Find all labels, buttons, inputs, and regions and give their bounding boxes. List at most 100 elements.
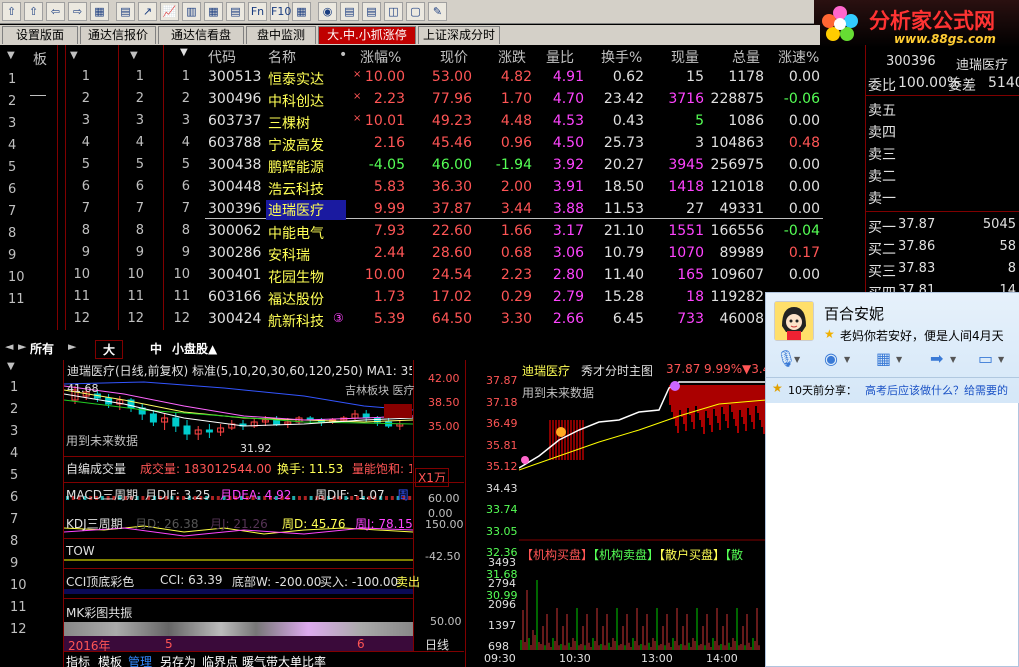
tab-4[interactable]: 大.中.小抓涨停: [318, 26, 416, 44]
col-header-total[interactable]: 总量: [732, 47, 760, 67]
chevron-down-icon-2[interactable]: ▼: [844, 355, 850, 364]
table-row[interactable]: 8 8 8 300062 中能电气 7.93 22.60 1.66 3.17 21.10 1551 1…: [0, 221, 820, 243]
table-row[interactable]: 7 7 7 300396 迪瑞医疗 9.99 37.87 3.44 3.88 11.53 27 493…: [0, 199, 820, 221]
indicator-tab-2[interactable]: 管理: [128, 653, 152, 667]
table-row[interactable]: 2 2 2 300496 中科创达 × 2.23 77.96 1.70 4.70 23.42 3716…: [0, 89, 820, 111]
im-popup[interactable]: 百合安妮 ★ 老妈你若安好，便是人间4月天 🎙 ▼ ◉ ▼ ▦ ▼ ➡ ▼ ▭ …: [765, 292, 1019, 667]
toolbar-button-4[interactable]: ▦: [90, 2, 109, 21]
turnover: 25.73: [603, 135, 644, 151]
speed: 0.17: [788, 245, 820, 261]
col-header-price[interactable]: 现价: [440, 47, 468, 67]
price: 49.23: [431, 113, 472, 129]
table-row[interactable]: 12 12 12 300424 航新科技 ③ 5.39 64.50 3.30 2.66 6.45 73…: [0, 309, 820, 331]
vol-ratio: 3.06: [552, 245, 584, 261]
toolbar-button-10[interactable]: ▤: [226, 2, 245, 21]
toolbar-button-8[interactable]: ▥: [182, 2, 201, 21]
price: 37.87: [431, 201, 472, 217]
toolbar-button-18[interactable]: ▢: [406, 2, 425, 21]
table-row[interactable]: 3 3 3 603737 三棵树 × 10.01 49.23 4.48 4.53 0.43 5 1086…: [0, 111, 820, 133]
col-header-name[interactable]: 名称: [268, 47, 296, 67]
tab-small[interactable]: 小盘股▲: [172, 340, 217, 357]
toolbar-button-2[interactable]: ⇦: [46, 2, 65, 21]
table-row[interactable]: 5 5 5 300438 鹏辉能源 -4.05 46.00 -1.94 3.92 20.27 394…: [0, 155, 820, 177]
row-index-2: 12: [127, 311, 144, 326]
toolbar-button-14[interactable]: ◉: [318, 2, 337, 21]
avatar[interactable]: [774, 301, 814, 341]
tab-big[interactable]: 大: [95, 340, 123, 359]
toolbar-button-6[interactable]: ↗: [138, 2, 157, 21]
vol-ratio: 3.17: [552, 223, 584, 239]
toolbar-button-0[interactable]: ⇧: [2, 2, 21, 21]
toolbar-button-11[interactable]: Fn: [248, 2, 267, 21]
tab-all[interactable]: 所有: [30, 340, 54, 357]
row-index: 7: [81, 201, 90, 216]
indicator-tab-3[interactable]: 另存为: [160, 653, 196, 667]
screen-share-icon[interactable]: ▭: [978, 349, 993, 368]
tab-1[interactable]: 通达信报价: [80, 26, 156, 44]
inflow-block: [685, 385, 687, 431]
chevron-down-icon-4[interactable]: ▼: [950, 355, 956, 364]
tab-mid[interactable]: 中: [150, 340, 162, 357]
col-header-turn[interactable]: 换手%: [601, 47, 642, 67]
tab-2[interactable]: 通达信看盘: [158, 26, 244, 44]
table-row[interactable]: 10 10 10 300401 花园生物 10.00 24.54 2.23 2.80 11.40 1…: [0, 265, 820, 287]
table-row[interactable]: 9 9 9 300286 安科瑞 2.44 28.60 0.68 3.06 10.79 1070 89…: [0, 243, 820, 265]
table-row[interactable]: 6 6 6 300448 浩云科技 5.83 36.30 2.00 3.91 18.50 1418 1…: [0, 177, 820, 199]
tab-0[interactable]: 设置版面: [2, 26, 78, 44]
table-row[interactable]: 1 1 1 300513 恒泰实达 × 10.00 53.00 4.82 4.91 0.62 15 11…: [0, 67, 820, 89]
share-icon: ★: [772, 381, 783, 395]
col-header-chg[interactable]: 涨幅%: [360, 47, 401, 67]
table-row[interactable]: 4 4 4 603788 宁波高发 2.16 45.46 0.96 4.50 25.73 3 1048…: [0, 133, 820, 155]
macd-dea: 月DEA: 4.92: [220, 488, 292, 502]
candle-body: [172, 417, 180, 427]
scroll-right-icon[interactable]: ►: [18, 340, 26, 353]
toolbar-button-5[interactable]: ▤: [116, 2, 135, 21]
intra-vol-label: 2096: [488, 598, 516, 611]
indicator-tab-5[interactable]: 暖气带大单比率: [242, 653, 326, 667]
toolbar-button-17[interactable]: ◫: [384, 2, 403, 21]
scroll-right-icon-2[interactable]: ►: [68, 340, 76, 353]
col-header-vol[interactable]: 现量: [671, 47, 699, 67]
toolbar-button-15[interactable]: ▤: [340, 2, 359, 21]
scroll-icon-daily[interactable]: ▼: [7, 361, 15, 372]
tab-3[interactable]: 盘中监测: [246, 26, 316, 44]
toolbar-button-1[interactable]: ⇧: [24, 2, 43, 21]
scroll-left-icon[interactable]: ◄: [5, 340, 13, 353]
cur-vol: 3945: [668, 157, 704, 173]
toolbar-button-13[interactable]: ▦: [292, 2, 311, 21]
pct-change: 7.93: [373, 223, 405, 239]
chevron-down-icon-3[interactable]: ▼: [896, 355, 902, 364]
video-icon[interactable]: ◉: [824, 349, 838, 368]
toolbar-button-9[interactable]: ▦: [204, 2, 223, 21]
tab-5[interactable]: 上证深成分时: [418, 26, 500, 44]
inflow-block: [729, 385, 731, 405]
indicator-tab-0[interactable]: 指标: [66, 653, 90, 667]
toolbar-button-19[interactable]: ✎: [428, 2, 447, 21]
vol-ratio: 2.66: [552, 311, 584, 327]
share-link[interactable]: 高考后应该做什么？给需要的: [865, 382, 1008, 398]
ob-wc-label: 委差: [948, 78, 976, 94]
col-header-ratio[interactable]: 量比: [546, 47, 574, 67]
chevron-down-icon-5[interactable]: ▼: [998, 355, 1004, 364]
ob-code: 300396: [886, 54, 936, 69]
col-header-diff[interactable]: 涨跌: [498, 47, 526, 67]
table-row[interactable]: 11 11 11 603166 福达股份 1.73 17.02 0.29 2.79 15.28 18…: [0, 287, 820, 309]
chart-icon[interactable]: ▦: [876, 349, 891, 368]
toolbar-button-3[interactable]: ⇨: [68, 2, 87, 21]
toolbar-button-7[interactable]: 📈: [160, 2, 179, 21]
toolbar-button-16[interactable]: ▤: [362, 2, 381, 21]
file-transfer-icon[interactable]: ➡: [930, 349, 943, 368]
col-header-code[interactable]: 代码: [208, 47, 236, 67]
col-header-dot[interactable]: •: [339, 47, 347, 63]
indicator-tab-1[interactable]: 模板: [98, 653, 122, 667]
price-change: 2.23: [500, 267, 532, 283]
indicator-tab-4[interactable]: 临界点: [202, 653, 238, 667]
col-header-speed[interactable]: 涨速%: [778, 47, 819, 67]
tow-label: TOW: [66, 544, 95, 558]
site-logo: 分析家公式网 www.88gs.com: [814, 0, 1019, 48]
sort-arrow-icon[interactable]: ▼: [180, 47, 188, 58]
toolbar-button-12[interactable]: F10: [270, 2, 291, 21]
row-number: 7: [181, 201, 190, 216]
chevron-down-icon[interactable]: ▼: [794, 355, 800, 364]
row-index-2: 7: [135, 201, 144, 216]
